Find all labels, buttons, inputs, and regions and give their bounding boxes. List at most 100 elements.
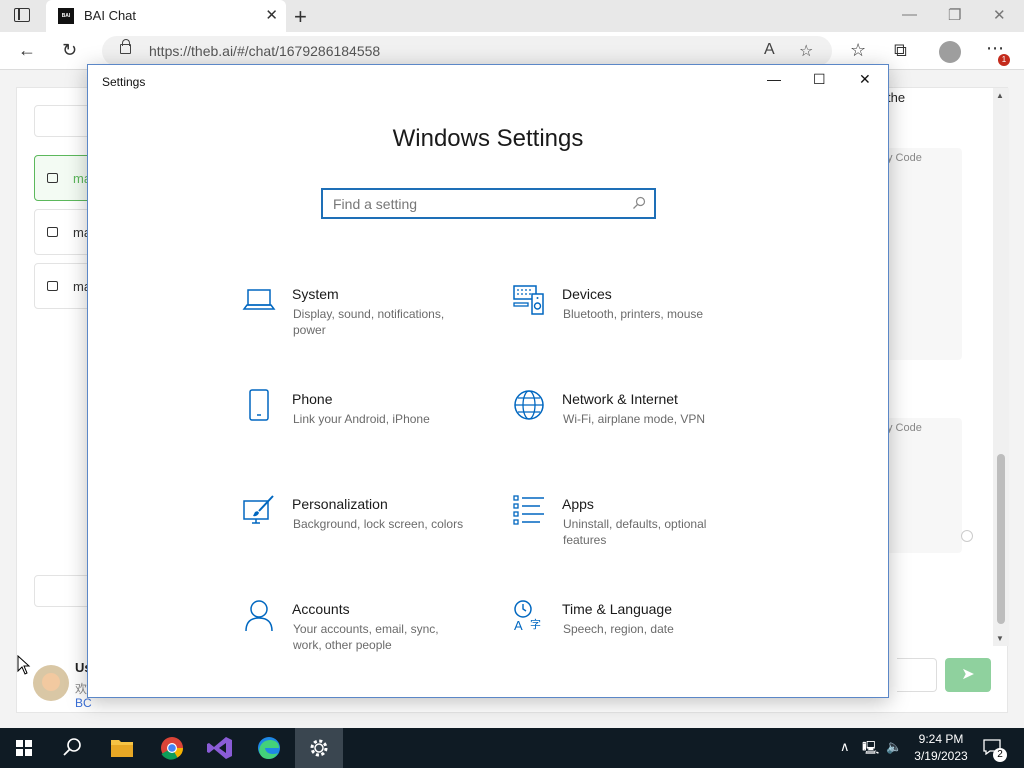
settings-tile-network[interactable]: Network & Internet Wi-Fi, airplane mode,… [512,388,772,468]
chat-list-item[interactable]: ma [34,263,94,309]
settings-gear-icon[interactable] [295,728,343,768]
settings-tile-accounts[interactable]: Accounts Your accounts, email, sync, wor… [242,598,502,678]
settings-close-icon[interactable]: ✕ [859,71,871,88]
new-tab-icon[interactable]: + [294,4,307,30]
lock-icon[interactable] [120,39,131,54]
laptop-icon [242,289,276,310]
tile-description: Bluetooth, printers, mouse [563,307,704,321]
svg-text:A: A [514,618,523,632]
search-icon[interactable] [48,728,96,768]
url-text[interactable]: https://theb.ai/#/chat/1679286184558 [149,43,380,59]
settings-tile-apps[interactable]: Apps Uninstall, defaults, optional featu… [512,493,772,573]
globe-icon [514,390,544,420]
settings-search-input[interactable] [323,190,623,217]
volume-tray-icon[interactable]: 🔈 [886,739,902,755]
tile-description: Uninstall, defaults, optional features [563,517,707,547]
tile-description: Link your Android, iPhone [293,412,430,426]
tab-title: BAI Chat [84,8,137,23]
person-icon [245,600,273,632]
clock-time[interactable]: 9:24 PM [917,732,965,746]
address-bar[interactable]: https://theb.ai/#/chat/1679286184558 A ☆ [102,36,832,66]
chrome-icon[interactable] [148,728,196,768]
tile-title: Time & Language [562,601,672,617]
time-language-icon: A 字 [514,600,541,632]
chat-list-item[interactable]: ma [34,155,94,201]
message-input[interactable] [897,658,937,692]
profile-avatar-icon[interactable] [939,41,961,63]
settings-minimize-icon[interactable]: — [767,71,781,87]
favorites-icon[interactable]: ☆ [850,40,866,61]
clock-date[interactable]: 3/19/2023 [909,749,973,763]
tile-title: Accounts [292,601,350,617]
settings-tile-system[interactable]: System Display, sound, notifications, po… [242,283,502,363]
sidebar-bottom-button[interactable] [34,575,94,607]
browser-tab[interactable]: BAI BAI Chat ✕ [46,0,286,32]
user-link[interactable]: BC [75,696,92,710]
user-description: 欢 [75,682,88,696]
scroll-thumb[interactable] [997,454,1005,624]
copy-code-button[interactable]: y Code [887,152,922,164]
network-tray-icon[interactable]: 🖳 [862,739,879,761]
chat-bubble-icon [47,227,58,237]
tile-title: Devices [562,286,612,302]
page-scrollbar[interactable]: ▲ ▼ [993,88,1009,646]
user-avatar[interactable] [33,665,69,701]
settings-tile-personalization[interactable]: Personalization Background, lock screen,… [242,493,502,573]
copy-code-button[interactable]: y Code [887,422,922,434]
read-aloud-icon[interactable]: A [764,41,775,59]
tray-chevron-up-icon[interactable]: ∧ [840,739,850,755]
apps-list-icon [513,495,544,525]
tile-title: Personalization [292,496,388,512]
scroll-up-icon[interactable]: ▲ [996,91,1004,100]
mouse-cursor-icon [17,655,31,675]
browser-minimize-icon[interactable]: — [902,6,917,23]
tile-description: Display, sound, notifications, power [293,307,445,337]
file-explorer-icon[interactable] [98,728,146,768]
back-arrow-icon[interactable]: ← [18,40,36,61]
devices-icon [513,285,544,315]
browser-tab-bar: BAI BAI Chat ✕ + — ❐ ✕ [0,0,1024,32]
tile-title: Network & Internet [562,391,678,407]
refresh-icon[interactable]: ↻ [62,40,77,61]
settings-heading: Windows Settings [392,125,584,152]
collections-icon[interactable]: ⧉ [894,40,907,61]
chat-list-item[interactable]: ma [34,209,94,255]
notification-count-badge: 2 [993,748,1007,762]
browser-close-icon[interactable]: ✕ [993,6,1006,24]
settings-window: Settings — ☐ ✕ Windows Settings System D… [87,64,889,698]
bai-favicon-icon: BAI [58,8,74,24]
add-favorite-icon[interactable]: ☆ [799,41,813,61]
settings-tile-phone[interactable]: Phone Link your Android, iPhone [242,388,502,468]
search-icon[interactable] [632,196,646,210]
tile-description: Background, lock screen, colors [293,517,464,531]
new-chat-button[interactable] [34,105,94,137]
send-button[interactable]: ➤ [945,658,991,692]
tile-description: Speech, region, date [563,622,674,636]
tab-close-icon[interactable]: ✕ [265,6,278,24]
visual-studio-icon[interactable] [196,728,244,768]
browser-restore-icon[interactable]: ❐ [948,6,961,24]
edge-icon[interactable] [245,728,293,768]
chat-bubble-icon [47,173,58,183]
message-text: the [887,90,906,105]
chat-bubble-icon [47,281,58,291]
windows-start-icon[interactable] [0,728,48,768]
settings-tile-time-language[interactable]: A 字 Time & Language Speech, region, date [512,598,772,678]
tile-title: System [292,286,339,302]
settings-maximize-icon[interactable]: ☐ [813,71,826,88]
settings-tile-devices[interactable]: Devices Bluetooth, printers, mouse [512,283,772,363]
brush-icon [243,495,274,524]
notification-badge: 1 [998,54,1010,66]
tile-title: Apps [562,496,594,512]
settings-search-box[interactable] [321,188,656,219]
tile-description: Wi-Fi, airplane mode, VPN [563,412,706,426]
phone-icon [249,389,269,421]
windows-taskbar: ∧ 🖳 🔈 9:24 PM 3/19/2023 2 [0,728,1024,768]
settings-window-title: Settings [102,75,146,89]
svg-text:字: 字 [530,617,541,631]
scroll-down-icon[interactable]: ▼ [996,634,1004,643]
tile-title: Phone [292,391,333,407]
loading-spinner-icon [961,530,973,542]
tab-actions-icon[interactable] [14,8,30,22]
tile-description: Your accounts, email, sync, work, other … [293,622,439,652]
